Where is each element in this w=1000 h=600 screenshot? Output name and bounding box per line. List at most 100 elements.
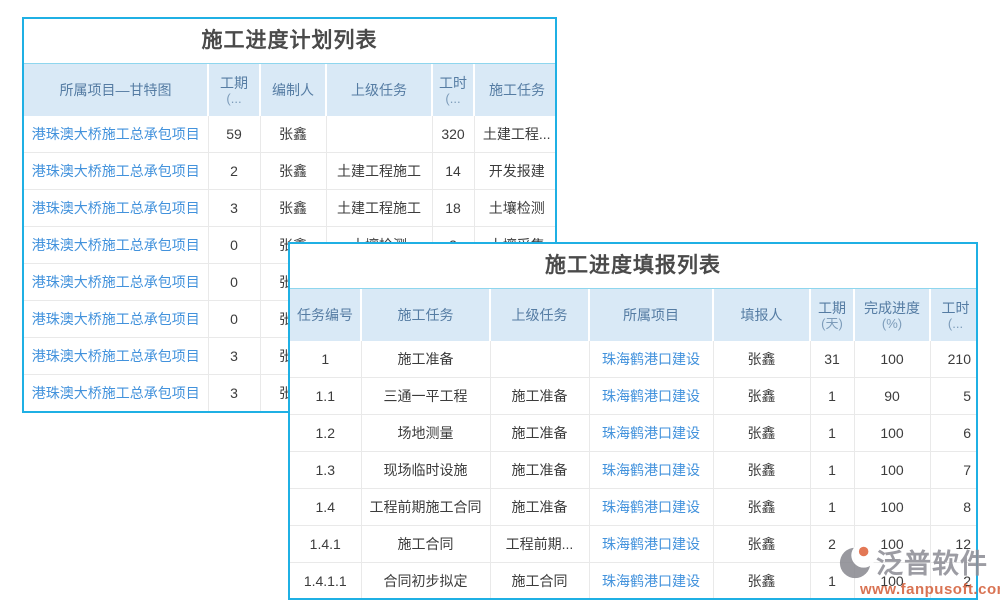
report-table-row: 1.2场地测量施工准备珠海鹤港口建设张鑫11006 <box>290 415 978 452</box>
parent-task-cell: 施工准备 <box>490 489 589 526</box>
project-link[interactable]: 珠海鹤港口建设 <box>589 378 713 415</box>
duration-cell: 1 <box>810 415 854 452</box>
hours-cell: 14 <box>432 153 474 190</box>
report-table-header-row: 任务编号施工任务上级任务所属项目填报人工期(天)完成进度(%)工时(... <box>290 289 978 341</box>
duration-cell: 1 <box>810 489 854 526</box>
report-column-header: 所属项目 <box>589 289 713 341</box>
project-link[interactable]: 珠海鹤港口建设 <box>589 452 713 489</box>
report-table-row: 1.4.1施工合同工程前期...珠海鹤港口建设张鑫210012 <box>290 526 978 563</box>
reporter-cell: 张鑫 <box>713 415 810 452</box>
report-column-header: 上级任务 <box>490 289 589 341</box>
progress-cell: 100 <box>854 452 930 489</box>
report-table-row: 1.1三通一平工程施工准备珠海鹤港口建设张鑫1905 <box>290 378 978 415</box>
task-cell: 土建工程... <box>474 116 557 153</box>
duration-cell: 59 <box>208 116 260 153</box>
duration-cell: 1 <box>810 563 854 600</box>
hours-cell: 18 <box>432 190 474 227</box>
project-link[interactable]: 港珠澳大桥施工总承包项目 <box>24 301 208 338</box>
progress-cell: 100 <box>854 563 930 600</box>
project-link[interactable]: 珠海鹤港口建设 <box>589 415 713 452</box>
parent-task-cell: 土建工程施工 <box>326 153 432 190</box>
plan-table-row: 港珠澳大桥施工总承包项目59张鑫 320土建工程... <box>24 116 557 153</box>
report-column-header: 完成进度(%) <box>854 289 930 341</box>
task-cell: 现场临时设施 <box>361 452 490 489</box>
duration-cell: 2 <box>810 526 854 563</box>
report-table: 任务编号施工任务上级任务所属项目填报人工期(天)完成进度(%)工时(... 1施… <box>290 289 978 600</box>
task-cell: 工程前期施工合同 <box>361 489 490 526</box>
hours-cell: 8 <box>930 489 978 526</box>
project-link[interactable]: 珠海鹤港口建设 <box>589 526 713 563</box>
report-list-title: 施工进度填报列表 <box>290 244 976 289</box>
task-cell: 土壤检测 <box>474 190 557 227</box>
task-cell: 施工合同 <box>361 526 490 563</box>
progress-cell: 100 <box>854 489 930 526</box>
author-cell: 张鑫 <box>260 116 326 153</box>
progress-cell: 100 <box>854 415 930 452</box>
hours-cell: 5 <box>930 378 978 415</box>
parent-task-cell: 施工准备 <box>490 415 589 452</box>
reporter-cell: 张鑫 <box>713 526 810 563</box>
hours-cell: 2 <box>930 563 978 600</box>
task-no-cell: 1.4.1 <box>290 526 361 563</box>
parent-task-cell: 施工准备 <box>490 452 589 489</box>
task-no-cell: 1.2 <box>290 415 361 452</box>
parent-task-cell <box>490 341 589 378</box>
plan-column-header: 工时(... <box>432 64 474 116</box>
parent-task-cell: 工程前期... <box>490 526 589 563</box>
duration-cell: 1 <box>810 452 854 489</box>
project-link[interactable]: 港珠澳大桥施工总承包项目 <box>24 264 208 301</box>
project-link[interactable]: 珠海鹤港口建设 <box>589 563 713 600</box>
task-no-cell: 1.1 <box>290 378 361 415</box>
hours-cell: 7 <box>930 452 978 489</box>
plan-column-header: 施工任务 <box>474 64 557 116</box>
plan-table-row: 港珠澳大桥施工总承包项目3张鑫土建工程施工18土壤检测 <box>24 190 557 227</box>
task-cell: 开发报建 <box>474 153 557 190</box>
report-table-row: 1.4.1.1合同初步拟定施工合同珠海鹤港口建设张鑫11002 <box>290 563 978 600</box>
hours-cell: 6 <box>930 415 978 452</box>
project-link[interactable]: 港珠澳大桥施工总承包项目 <box>24 338 208 375</box>
duration-cell: 0 <box>208 301 260 338</box>
author-cell: 张鑫 <box>260 190 326 227</box>
task-cell: 合同初步拟定 <box>361 563 490 600</box>
plan-column-header: 编制人 <box>260 64 326 116</box>
plan-column-header: 上级任务 <box>326 64 432 116</box>
project-link[interactable]: 珠海鹤港口建设 <box>589 341 713 378</box>
project-link[interactable]: 港珠澳大桥施工总承包项目 <box>24 190 208 227</box>
reporter-cell: 张鑫 <box>713 452 810 489</box>
duration-cell: 0 <box>208 264 260 301</box>
task-cell: 场地测量 <box>361 415 490 452</box>
parent-task-cell: 施工准备 <box>490 378 589 415</box>
report-table-row: 1.3现场临时设施施工准备珠海鹤港口建设张鑫11007 <box>290 452 978 489</box>
plan-list-title: 施工进度计划列表 <box>24 19 555 64</box>
project-link[interactable]: 港珠澳大桥施工总承包项目 <box>24 375 208 412</box>
project-link[interactable]: 珠海鹤港口建设 <box>589 489 713 526</box>
author-cell: 张鑫 <box>260 153 326 190</box>
project-link[interactable]: 港珠澳大桥施工总承包项目 <box>24 153 208 190</box>
task-cell: 三通一平工程 <box>361 378 490 415</box>
reporter-cell: 张鑫 <box>713 341 810 378</box>
progress-cell: 90 <box>854 378 930 415</box>
task-no-cell: 1.4.1.1 <box>290 563 361 600</box>
reporter-cell: 张鑫 <box>713 489 810 526</box>
hours-cell: 320 <box>432 116 474 153</box>
task-no-cell: 1 <box>290 341 361 378</box>
report-table-row: 1施工准备珠海鹤港口建设张鑫31100210 <box>290 341 978 378</box>
report-column-header: 施工任务 <box>361 289 490 341</box>
duration-cell: 3 <box>208 375 260 412</box>
project-link[interactable]: 港珠澳大桥施工总承包项目 <box>24 116 208 153</box>
plan-table-row: 港珠澳大桥施工总承包项目2张鑫土建工程施工14开发报建 <box>24 153 557 190</box>
task-no-cell: 1.3 <box>290 452 361 489</box>
progress-cell: 100 <box>854 341 930 378</box>
parent-task-cell: 施工合同 <box>490 563 589 600</box>
plan-table-header-row: 所属项目—甘特图工期(...编制人上级任务工时(...施工任务 <box>24 64 557 116</box>
duration-cell: 3 <box>208 190 260 227</box>
report-column-header: 任务编号 <box>290 289 361 341</box>
report-table-row: 1.4工程前期施工合同施工准备珠海鹤港口建设张鑫11008 <box>290 489 978 526</box>
project-link[interactable]: 港珠澳大桥施工总承包项目 <box>24 227 208 264</box>
parent-task-cell: 土建工程施工 <box>326 190 432 227</box>
hours-cell: 210 <box>930 341 978 378</box>
duration-cell: 31 <box>810 341 854 378</box>
parent-task-cell <box>326 116 432 153</box>
task-no-cell: 1.4 <box>290 489 361 526</box>
reporter-cell: 张鑫 <box>713 378 810 415</box>
